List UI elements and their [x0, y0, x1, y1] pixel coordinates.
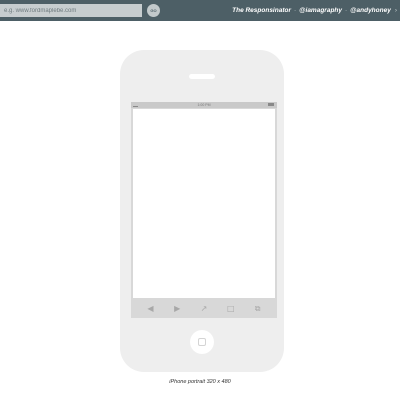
- back-arrow-icon[interactable]: ◀: [144, 303, 156, 315]
- bookmarks-icon[interactable]: □: [225, 303, 237, 315]
- site-viewport[interactable]: [133, 109, 275, 298]
- twitter-link-2[interactable]: @andyhoney: [350, 7, 391, 14]
- separator: ·: [294, 7, 297, 14]
- iphone-frame: 1:00 PM ◀ ▶ ↗ □ ⧉: [120, 50, 284, 372]
- status-time: 1:00 PM: [197, 103, 211, 107]
- tabs-icon[interactable]: ⧉: [252, 303, 264, 315]
- forward-arrow-icon[interactable]: ▶: [171, 303, 183, 315]
- phone-screen: 1:00 PM ◀ ▶ ↗ □ ⧉: [131, 102, 277, 318]
- separator: ·: [345, 7, 348, 14]
- credits: The Responsinator · @iamagraphy · @andyhoney…: [232, 0, 397, 21]
- home-square-icon: [198, 338, 206, 346]
- share-icon[interactable]: ↗: [198, 303, 210, 315]
- browser-toolbar: ◀ ▶ ↗ □ ⧉: [131, 300, 277, 318]
- twitter-link-1[interactable]: @iamagraphy: [299, 7, 342, 14]
- top-bar: GO The Responsinator·@iamagraphy·@andyho…: [0, 0, 400, 21]
- battery-icon: [268, 103, 274, 106]
- go-button[interactable]: GO: [147, 4, 160, 17]
- chevron-right-icon[interactable]: ›: [395, 7, 397, 14]
- app-title: The Responsinator: [232, 7, 291, 14]
- device-caption: iPhone portrait 320 x 480: [169, 379, 231, 385]
- home-button[interactable]: [190, 330, 214, 354]
- status-bar: 1:00 PM: [131, 102, 277, 108]
- speaker-icon: [189, 74, 215, 79]
- url-input[interactable]: [0, 4, 142, 17]
